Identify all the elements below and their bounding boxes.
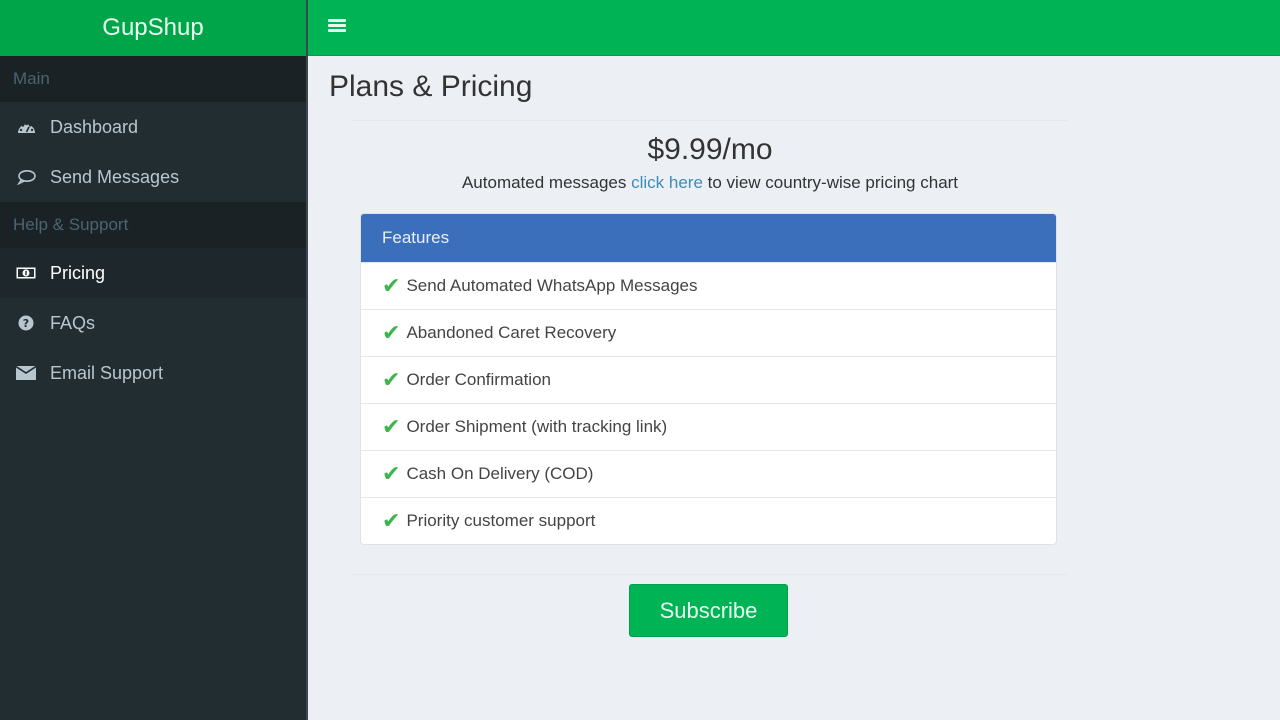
subtitle-text-before: Automated messages — [461, 173, 632, 192]
dashboard-icon — [16, 118, 36, 136]
feature-label: Order Shipment (with tracking link) — [406, 417, 668, 436]
feature-item: ✔ Send Automated WhatsApp Messages — [361, 262, 1056, 309]
feature-label: Order Confirmation — [406, 370, 551, 389]
question-circle-icon: ? — [16, 314, 36, 332]
sidebar-item-label: Pricing — [50, 262, 106, 283]
plan-price: $9.99/mo — [647, 133, 773, 166]
sidebar-item-label: Email Support — [50, 362, 164, 383]
money-icon — [16, 264, 36, 282]
pricing-summary: $9.99/mo Automated messages click here t… — [352, 120, 1068, 193]
checkmark-icon: ✔ — [382, 414, 401, 439]
sidebar-section-help-support: Help & Support — [0, 202, 306, 248]
feature-label: Cash On Delivery (COD) — [406, 464, 594, 483]
top-navbar — [308, 0, 1280, 56]
chat-bubble-icon — [16, 168, 36, 186]
checkmark-icon: ✔ — [382, 508, 401, 533]
feature-label: Send Automated WhatsApp Messages — [406, 276, 698, 295]
page-title: Plans & Pricing — [329, 70, 533, 103]
sidebar-item-label: Dashboard — [50, 116, 139, 137]
sidebar-item-faqs[interactable]: ? FAQs — [0, 298, 306, 348]
subtitle-text-after: to view country-wise pricing chart — [702, 173, 959, 192]
checkmark-icon: ✔ — [382, 320, 401, 345]
features-panel: Features ✔ Send Automated WhatsApp Messag… — [360, 213, 1057, 545]
divider — [352, 574, 1068, 575]
feature-item: ✔ Order Confirmation — [361, 356, 1056, 403]
brand-logo[interactable]: GupShup — [0, 0, 306, 56]
pricing-subtitle: Automated messages click here to view co… — [352, 173, 1068, 193]
sidebar-item-label: Send Messages — [50, 166, 180, 187]
features-panel-heading: Features — [361, 214, 1056, 262]
feature-item: ✔ Order Shipment (with tracking link) — [361, 403, 1056, 450]
sidebar-item-label: FAQs — [50, 312, 96, 333]
checkmark-icon: ✔ — [382, 461, 401, 486]
feature-label: Abandoned Caret Recovery — [406, 323, 617, 342]
main-content: Plans & Pricing $9.99/mo Automated messa… — [310, 56, 1280, 720]
subscribe-button[interactable]: Subscribe — [629, 584, 788, 637]
sidebar-item-send-messages[interactable]: Send Messages — [0, 152, 306, 202]
feature-item: ✔ Cash On Delivery (COD) — [361, 450, 1056, 497]
envelope-icon — [16, 364, 36, 382]
divider — [352, 120, 1068, 121]
feature-label: Priority customer support — [406, 511, 596, 530]
svg-text:?: ? — [23, 317, 29, 330]
sidebar-item-email-support[interactable]: Email Support — [0, 348, 306, 398]
feature-item: ✔ Priority customer support — [361, 497, 1056, 544]
sidebar-item-dashboard[interactable]: Dashboard — [0, 102, 306, 152]
hamburger-icon[interactable] — [328, 19, 346, 35]
checkmark-icon: ✔ — [382, 367, 401, 392]
feature-item: ✔ Abandoned Caret Recovery — [361, 309, 1056, 356]
country-pricing-link[interactable]: click here — [631, 173, 703, 192]
checkmark-icon: ✔ — [382, 273, 401, 298]
sidebar-section-main: Main — [0, 56, 306, 102]
sidebar-item-pricing[interactable]: Pricing — [0, 248, 306, 298]
sidebar: GupShup Main Dashboard Send Messages Hel… — [0, 0, 308, 720]
